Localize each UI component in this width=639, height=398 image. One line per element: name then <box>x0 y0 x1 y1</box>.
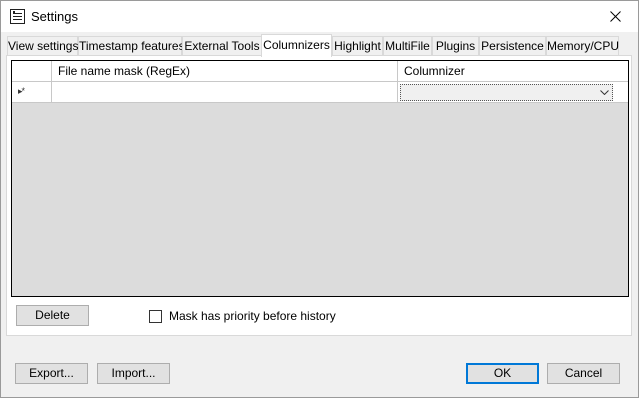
settings-tabs: View settings Timestamp features Externa… <box>7 34 627 57</box>
tab-multifile[interactable]: MultiFile <box>383 36 432 56</box>
ok-button[interactable]: OK <box>466 363 539 384</box>
close-button[interactable] <box>592 1 638 32</box>
tab-highlight[interactable]: Highlight <box>332 36 383 56</box>
mask-priority-label: Mask has priority before history <box>169 309 336 323</box>
export-button[interactable]: Export... <box>15 363 88 384</box>
columnizer-grid[interactable]: File name mask (RegEx) Columnizer ▸* <box>11 60 629 297</box>
column-header-columnizer[interactable]: Columnizer <box>398 61 628 82</box>
table-row[interactable]: ▸* <box>12 82 628 103</box>
column-header-mask[interactable]: File name mask (RegEx) <box>52 61 398 82</box>
mask-priority-checkbox[interactable] <box>149 310 162 323</box>
settings-app-icon <box>10 9 25 24</box>
new-row-marker: ▸* <box>18 86 25 96</box>
tab-external-tools[interactable]: External Tools <box>182 36 262 56</box>
grid-header: File name mask (RegEx) Columnizer <box>12 61 628 82</box>
row-header-corner <box>12 61 52 82</box>
tab-timestamp-features[interactable]: Timestamp features <box>78 36 185 56</box>
tab-view-settings[interactable]: View settings <box>7 36 78 56</box>
tab-columnizers[interactable]: Columnizers <box>261 34 332 57</box>
close-icon <box>609 11 621 22</box>
columnizers-panel: File name mask (RegEx) Columnizer ▸* Del… <box>6 55 632 336</box>
import-button[interactable]: Import... <box>97 363 170 384</box>
title-bar: Settings <box>1 1 638 32</box>
delete-button[interactable]: Delete <box>16 305 89 326</box>
settings-window: Settings View settings Timestamp feature… <box>0 0 639 398</box>
chevron-down-icon[interactable] <box>596 85 612 100</box>
columnizer-dropdown[interactable] <box>400 84 613 101</box>
row-header[interactable]: ▸* <box>12 82 52 103</box>
tab-persistence[interactable]: Persistence <box>479 36 546 56</box>
window-title: Settings <box>31 9 78 24</box>
mask-cell[interactable] <box>52 82 398 103</box>
columnizer-cell[interactable] <box>398 82 628 103</box>
tab-memory-cpu[interactable]: Memory/CPU <box>546 36 619 56</box>
tab-plugins[interactable]: Plugins <box>432 36 479 56</box>
cancel-button[interactable]: Cancel <box>547 363 620 384</box>
